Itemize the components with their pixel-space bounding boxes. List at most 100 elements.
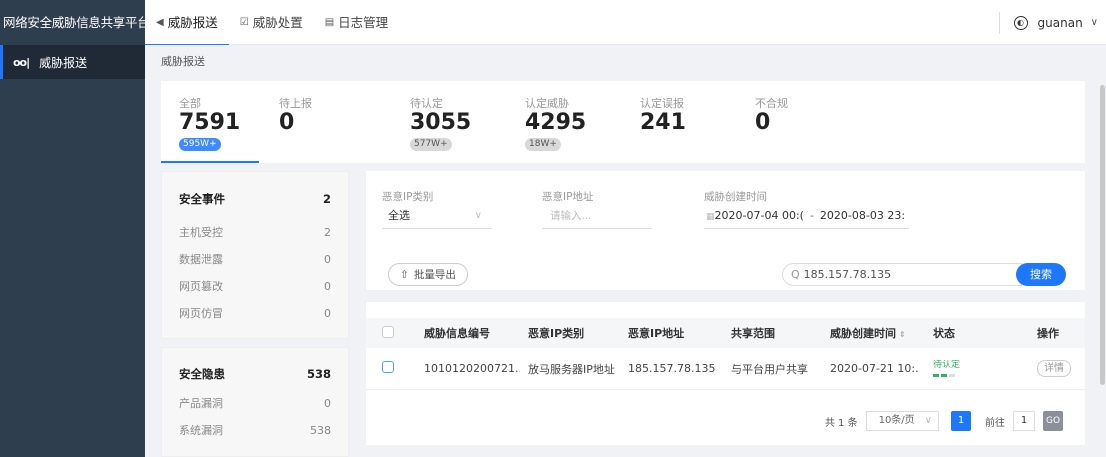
cell-share-scope: 与平台用户共享 bbox=[731, 362, 808, 376]
checkbox-icon: ☑ bbox=[239, 17, 249, 28]
search-button[interactable]: 搜索 bbox=[1016, 263, 1066, 286]
stat-label: 全部 bbox=[179, 97, 201, 110]
date-end: 2020-08-03 23: bbox=[819, 209, 906, 222]
subcategory-count: 0 bbox=[324, 397, 331, 410]
stat-label: 待认定 bbox=[410, 97, 443, 110]
ip-type-select[interactable]: 全选 ∨ bbox=[382, 205, 492, 229]
stat-label: 认定威胁 bbox=[525, 97, 569, 110]
security-hazards-panel: 安全隐患 538 产品漏洞 0 系统漏洞 538 bbox=[161, 347, 349, 457]
filter-panel: 恶意IP类别 全选 ∨ 恶意IP地址 请输入... 威胁创建时间 ▦2020-0… bbox=[366, 171, 1085, 290]
page-number-button[interactable]: 1 bbox=[951, 411, 971, 431]
stat-badge: 18W+ bbox=[525, 138, 561, 151]
goto-page-input[interactable]: 1 bbox=[1013, 411, 1035, 431]
stat-value: 3055 bbox=[410, 110, 472, 135]
ip-address-input[interactable]: 请输入... bbox=[542, 205, 652, 229]
subcategory-system-vuln[interactable]: 系统漏洞 538 bbox=[162, 417, 348, 444]
subcategory-label: 系统漏洞 bbox=[179, 424, 223, 437]
stat-tab-pending-report[interactable]: 待上报 0 bbox=[259, 81, 373, 163]
category-security-hazards[interactable]: 安全隐患 538 bbox=[162, 363, 348, 385]
stat-tab-non-compliant[interactable]: 不合规 0 bbox=[718, 81, 833, 163]
header-cell-created-time[interactable]: 威胁创建时间 ⇕ bbox=[816, 325, 919, 341]
log-icon: ▤ bbox=[324, 17, 335, 28]
top-nav: ◀ 威胁报送 ☑ 威胁处置 ▤ 日志管理 bbox=[145, 0, 399, 46]
chevron-down-icon: ∨ bbox=[474, 210, 482, 221]
status-segment bbox=[941, 374, 947, 377]
detail-button[interactable]: 详情 bbox=[1037, 360, 1071, 377]
nav-tab-threat-report[interactable]: ◀ 威胁报送 bbox=[145, 0, 229, 46]
subcategory-web-phishing[interactable]: 网页仿冒 0 bbox=[162, 300, 348, 327]
select-all-checkbox[interactable] bbox=[382, 325, 394, 338]
search-value: 185.157.78.135 bbox=[803, 268, 892, 281]
header-cell-status: 状态 bbox=[933, 327, 955, 340]
subcategory-count: 0 bbox=[324, 307, 331, 320]
subcategory-count: 2 bbox=[324, 226, 331, 239]
stat-value: 7591 bbox=[179, 110, 241, 135]
sidebar-item-threat-report[interactable]: oo| 威胁报送 bbox=[0, 45, 145, 79]
row-checkbox[interactable] bbox=[382, 361, 394, 373]
category-security-events[interactable]: 安全事件 2 bbox=[162, 188, 348, 210]
category-title: 安全事件 bbox=[179, 192, 225, 206]
nav-tab-threat-handling[interactable]: ☑ 威胁处置 bbox=[229, 0, 314, 45]
sort-icon: ⇕ bbox=[899, 330, 906, 339]
scrollbar-thumb[interactable] bbox=[1100, 85, 1105, 385]
nav-tab-log-management[interactable]: ▤ 日志管理 bbox=[314, 0, 399, 45]
subcategory-web-tamper[interactable]: 网页篡改 0 bbox=[162, 273, 348, 300]
batch-export-button[interactable]: ⇧ 批量导出 bbox=[388, 263, 468, 286]
stat-badge: 577W+ bbox=[410, 138, 452, 151]
stat-tab-confirmed-threat[interactable]: 认定威胁 4295 18W+ bbox=[488, 81, 603, 163]
export-icon: ⇧ bbox=[400, 268, 409, 281]
subcategory-count: 0 bbox=[324, 280, 331, 293]
subcategory-label: 产品漏洞 bbox=[179, 397, 223, 410]
cell-ip-address: 185.157.78.135 bbox=[628, 362, 715, 375]
subcategory-product-vuln[interactable]: 产品漏洞 0 bbox=[162, 390, 348, 417]
status-label: 待认定 bbox=[933, 360, 961, 370]
stat-tab-all[interactable]: 全部 7591 595W+ bbox=[161, 81, 259, 163]
brand-title: 网络安全威胁信息共享平台 bbox=[0, 0, 145, 45]
subcategory-host-controlled[interactable]: 主机受控 2 bbox=[162, 219, 348, 246]
report-icon: ◀ bbox=[156, 17, 164, 28]
stat-badge: 595W+ bbox=[179, 138, 221, 151]
page-size-value: 10条/页 bbox=[878, 415, 915, 426]
stat-tab-false-positive[interactable]: 认定误报 241 bbox=[603, 81, 718, 163]
header-cell-select bbox=[366, 325, 414, 341]
bar-chart-icon: oo| bbox=[13, 55, 30, 69]
calendar-icon: ▦ bbox=[706, 212, 715, 222]
breadcrumb: 威胁报送 bbox=[145, 45, 1106, 79]
stat-tab-pending-confirm[interactable]: 待认定 3055 577W+ bbox=[373, 81, 488, 163]
date-separator: - bbox=[809, 209, 814, 222]
header-label: 威胁创建时间 bbox=[830, 327, 896, 340]
chevron-down-icon: ∨ bbox=[924, 415, 932, 426]
ip-type-value: 全选 bbox=[388, 209, 410, 222]
row-select-cell bbox=[366, 361, 414, 376]
threat-table: 威胁信息编号 恶意IP类别 恶意IP地址 共享范围 威胁创建时间 ⇕ 状态 操作 … bbox=[366, 302, 1085, 445]
header-cell-share-scope: 共享范围 bbox=[731, 327, 775, 340]
status-segment bbox=[933, 374, 939, 377]
sidebar-item-label: 威胁报送 bbox=[39, 55, 88, 70]
ip-address-label: 恶意IP地址 bbox=[542, 191, 594, 203]
cell-created-time: 2020-07-21 10:... bbox=[830, 362, 919, 375]
cell-action: 详情 bbox=[1023, 360, 1085, 377]
created-time-range-picker[interactable]: ▦2020-07-04 00:(-2020-08-03 23: bbox=[704, 205, 909, 229]
header-cell-ip-address: 恶意IP地址 bbox=[628, 327, 685, 340]
batch-export-label: 批量导出 bbox=[413, 269, 456, 281]
pagination: 共 1 条 10条/页 ∨ 1 前往 1 GO bbox=[825, 411, 1063, 431]
nav-tab-label: 日志管理 bbox=[338, 15, 389, 30]
cell-ip-type: 放马服务器IP地址 bbox=[528, 362, 615, 376]
table-row[interactable]: 1010120200721... 放马服务器IP地址 185.157.78.13… bbox=[366, 348, 1085, 390]
go-button[interactable]: GO bbox=[1043, 411, 1063, 431]
stat-label: 待上报 bbox=[279, 97, 312, 110]
page-scrollbar[interactable] bbox=[1100, 45, 1106, 457]
stat-value: 4295 bbox=[525, 110, 587, 135]
search-icon: Q bbox=[791, 268, 800, 281]
stat-value: 0 bbox=[755, 110, 771, 135]
stat-label: 认定误报 bbox=[640, 97, 684, 110]
top-bar: 网络安全威胁信息共享平台 ◀ 威胁报送 ☑ 威胁处置 ▤ 日志管理 ◐ guan… bbox=[0, 0, 1106, 46]
subcategory-data-leak[interactable]: 数据泄露 0 bbox=[162, 246, 348, 273]
header-cell-action: 操作 bbox=[1037, 327, 1059, 340]
sidebar: oo| 威胁报送 bbox=[0, 45, 145, 457]
subcategory-label: 主机受控 bbox=[179, 226, 223, 239]
user-menu[interactable]: ◐ guanan ∨ bbox=[998, 0, 1106, 45]
search-input[interactable]: Q 185.157.78.135 bbox=[782, 263, 1022, 286]
user-name: guanan bbox=[1037, 15, 1083, 30]
page-size-select[interactable]: 10条/页 ∨ bbox=[865, 411, 939, 431]
